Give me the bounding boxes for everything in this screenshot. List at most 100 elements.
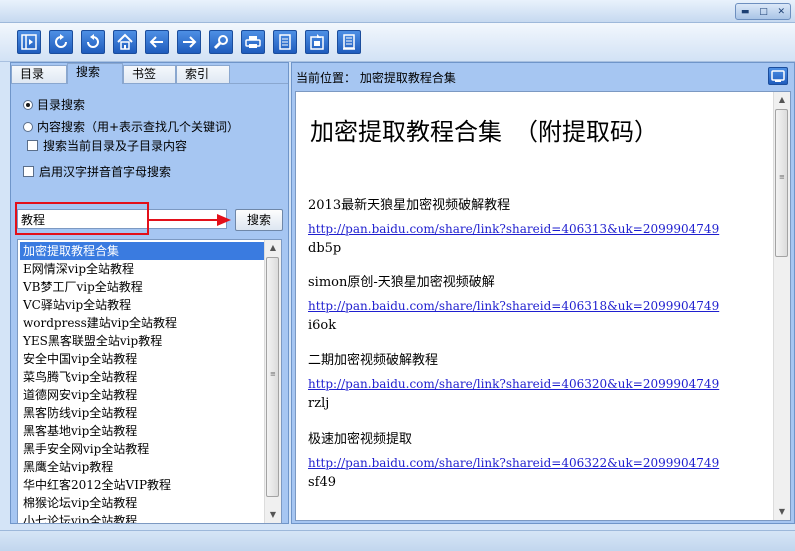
topic-pane: 当前位置： 加密提取教程合集 加密提取教程合集 （附提取码） 2013最新天狼星… — [291, 62, 795, 524]
result-item[interactable]: 菜鸟腾飞vip全站教程 — [20, 368, 264, 386]
content-grip-icon: ≡ — [779, 173, 785, 181]
checkbox-search-subdirectories[interactable] — [27, 140, 38, 151]
result-item[interactable]: 棉猴论坛vip全站教程 — [20, 494, 264, 512]
back-refresh-icon — [87, 34, 99, 48]
doc-entry: 二期加密视频破解教程 http://pan.baidu.com/share/lin… — [308, 352, 768, 413]
window-controls: ▬ □ ✕ — [735, 3, 791, 20]
result-item[interactable]: VB梦工厂vip全站教程 — [20, 278, 264, 296]
result-item[interactable]: VC驿站vip全站教程 — [20, 296, 264, 314]
radio-directory-search[interactable] — [23, 99, 33, 110]
refresh-icon — [55, 34, 67, 48]
grip-icon: ≡ — [270, 370, 276, 378]
tab-search[interactable]: 搜索 — [67, 63, 123, 84]
options-button[interactable] — [305, 30, 329, 54]
highlight-box — [15, 202, 149, 235]
result-item[interactable]: 黑鹰全站vip教程 — [20, 458, 264, 476]
search-button[interactable]: 搜索 — [235, 209, 283, 231]
content-scroll-up-arrow-icon[interactable]: ▲ — [774, 92, 790, 108]
radio-content-search[interactable] — [23, 121, 33, 132]
minimize-button[interactable]: ▬ — [741, 7, 750, 17]
back-button[interactable] — [145, 30, 169, 54]
location-breadcrumb: 当前位置： 加密提取教程合集 — [296, 71, 456, 85]
print-button[interactable] — [241, 30, 265, 54]
search-results-list: 加密提取教程合集 E网情深vip全站教程 VB梦工厂vip全站教程 VC驿站vip全站… — [17, 239, 282, 524]
option-directory-search[interactable]: 目录搜索 — [23, 96, 85, 113]
monitor-icon — [771, 70, 785, 82]
doc-title: 加密提取教程合集 （附提取码） — [310, 118, 658, 146]
title-bar: ▬ □ ✕ — [0, 0, 795, 23]
home-button[interactable] — [113, 30, 137, 54]
toolbar — [0, 23, 795, 62]
home-icon — [117, 33, 133, 50]
scroll-down-arrow-icon[interactable]: ▼ — [265, 507, 281, 523]
option-content-search[interactable]: 内容搜索（用+表示查找几个关键词） — [23, 118, 239, 135]
hide-pane-icon — [21, 34, 37, 50]
result-item[interactable]: 加密提取教程合集 — [20, 242, 264, 260]
bookmark-add-button[interactable] — [273, 30, 297, 54]
content-scroll-thumb[interactable]: ≡ — [775, 109, 788, 257]
entry-name: simon原创-天狼星加密视频破解 — [308, 275, 495, 290]
search-panel: 目录搜索 内容搜索（用+表示查找几个关键词） 搜索当前目录及子目录内容 启用汉字… — [11, 83, 288, 524]
entry-name: 二期加密视频破解教程 — [308, 353, 439, 368]
result-item[interactable]: YES黑客联盟全站vip教程 — [20, 332, 264, 350]
forward-button[interactable] — [177, 30, 201, 54]
maximize-button[interactable]: □ — [759, 7, 768, 17]
option-pinyin-search[interactable]: 启用汉字拼音首字母搜索 — [23, 163, 171, 180]
print-icon — [245, 36, 261, 48]
notes-icon — [343, 34, 355, 50]
sync-view-button[interactable] — [768, 67, 788, 85]
red-arrow-annotation — [149, 214, 231, 226]
back-refresh-button[interactable] — [81, 30, 105, 54]
entry-name: 2013最新天狼星加密视频破解教程 — [308, 198, 511, 213]
tab-index[interactable]: 索引 — [176, 65, 230, 83]
options-icon — [310, 34, 324, 50]
scroll-up-arrow-icon[interactable]: ▲ — [265, 240, 281, 256]
entry-link[interactable]: http://pan.baidu.com/share/link?shareid=… — [308, 299, 768, 313]
back-arrow-icon — [149, 36, 163, 48]
entry-link[interactable]: http://pan.baidu.com/share/link?shareid=… — [308, 222, 768, 236]
result-item[interactable]: 小七论坛vip全站教程 — [20, 512, 264, 523]
entry-code: sf49 — [308, 475, 337, 490]
nav-tabs: 目录 搜索 书签 索引 — [11, 63, 288, 84]
bookmark-add-icon — [279, 34, 291, 50]
checkbox-pinyin-search[interactable] — [23, 166, 34, 177]
doc-entry: 2013最新天狼星加密视频破解教程 http://pan.baidu.com/sh… — [308, 197, 768, 258]
entry-code: i6ok — [308, 318, 337, 333]
result-item[interactable]: wordpress建站vip全站教程 — [20, 314, 264, 332]
content-scroll-down-arrow-icon[interactable]: ▼ — [774, 504, 790, 520]
entry-code: db5p — [308, 241, 342, 256]
notes-button[interactable] — [337, 30, 361, 54]
topic-content: 加密提取教程合集 （附提取码） 2013最新天狼星加密视频破解教程 http://… — [295, 91, 791, 521]
forward-arrow-icon — [183, 36, 197, 48]
entry-code: rzlj — [308, 396, 330, 411]
results-items: 加密提取教程合集 E网情深vip全站教程 VB梦工厂vip全站教程 VC驿站vip全站… — [20, 242, 264, 523]
hide-pane-button[interactable] — [17, 30, 41, 54]
results-scrollbar[interactable]: ▲ ≡ ▼ — [264, 240, 281, 523]
close-button[interactable]: ✕ — [778, 7, 786, 17]
search-tool-button[interactable] — [209, 30, 233, 54]
result-item[interactable]: 黑手安全网vip全站教程 — [20, 440, 264, 458]
refresh-button[interactable] — [49, 30, 73, 54]
search-tool-icon — [213, 35, 228, 50]
status-bar — [0, 530, 795, 551]
tab-contents[interactable]: 目录 — [11, 65, 67, 83]
option-pinyin-search-label: 启用汉字拼音首字母搜索 — [39, 165, 172, 179]
result-item[interactable]: 道德网安vip全站教程 — [20, 386, 264, 404]
option-directory-search-label: 目录搜索 — [37, 98, 86, 112]
content-scrollbar[interactable]: ▲ ≡ ▼ — [773, 92, 790, 520]
result-item[interactable]: E网情深vip全站教程 — [20, 260, 264, 278]
entry-link[interactable]: http://pan.baidu.com/share/link?shareid=… — [308, 456, 768, 470]
result-item[interactable]: 黑客基地vip全站教程 — [20, 422, 264, 440]
scroll-thumb[interactable]: ≡ — [266, 257, 279, 497]
doc-entry: simon原创-天狼星加密视频破解 http://pan.baidu.com/sh… — [308, 274, 768, 335]
option-search-subdirectories[interactable]: 搜索当前目录及子目录内容 — [27, 137, 187, 154]
entry-link[interactable]: http://pan.baidu.com/share/link?shareid=… — [308, 377, 768, 391]
result-item[interactable]: 华中红客2012全站VIP教程 — [20, 476, 264, 494]
doc-entry: 极速加密视频提取 http://pan.baidu.com/share/link?… — [308, 431, 768, 492]
option-search-subdirectories-label: 搜索当前目录及子目录内容 — [43, 139, 188, 153]
result-item[interactable]: 黑客防线vip全站教程 — [20, 404, 264, 422]
result-item[interactable]: 安全中国vip全站教程 — [20, 350, 264, 368]
navigation-pane: 目录 搜索 书签 索引 目录搜索 内容搜索（用+表示查找几个关键词） 搜索当前目… — [10, 62, 289, 524]
tab-bookmarks[interactable]: 书签 — [123, 65, 176, 83]
entry-name: 极速加密视频提取 — [308, 432, 413, 447]
